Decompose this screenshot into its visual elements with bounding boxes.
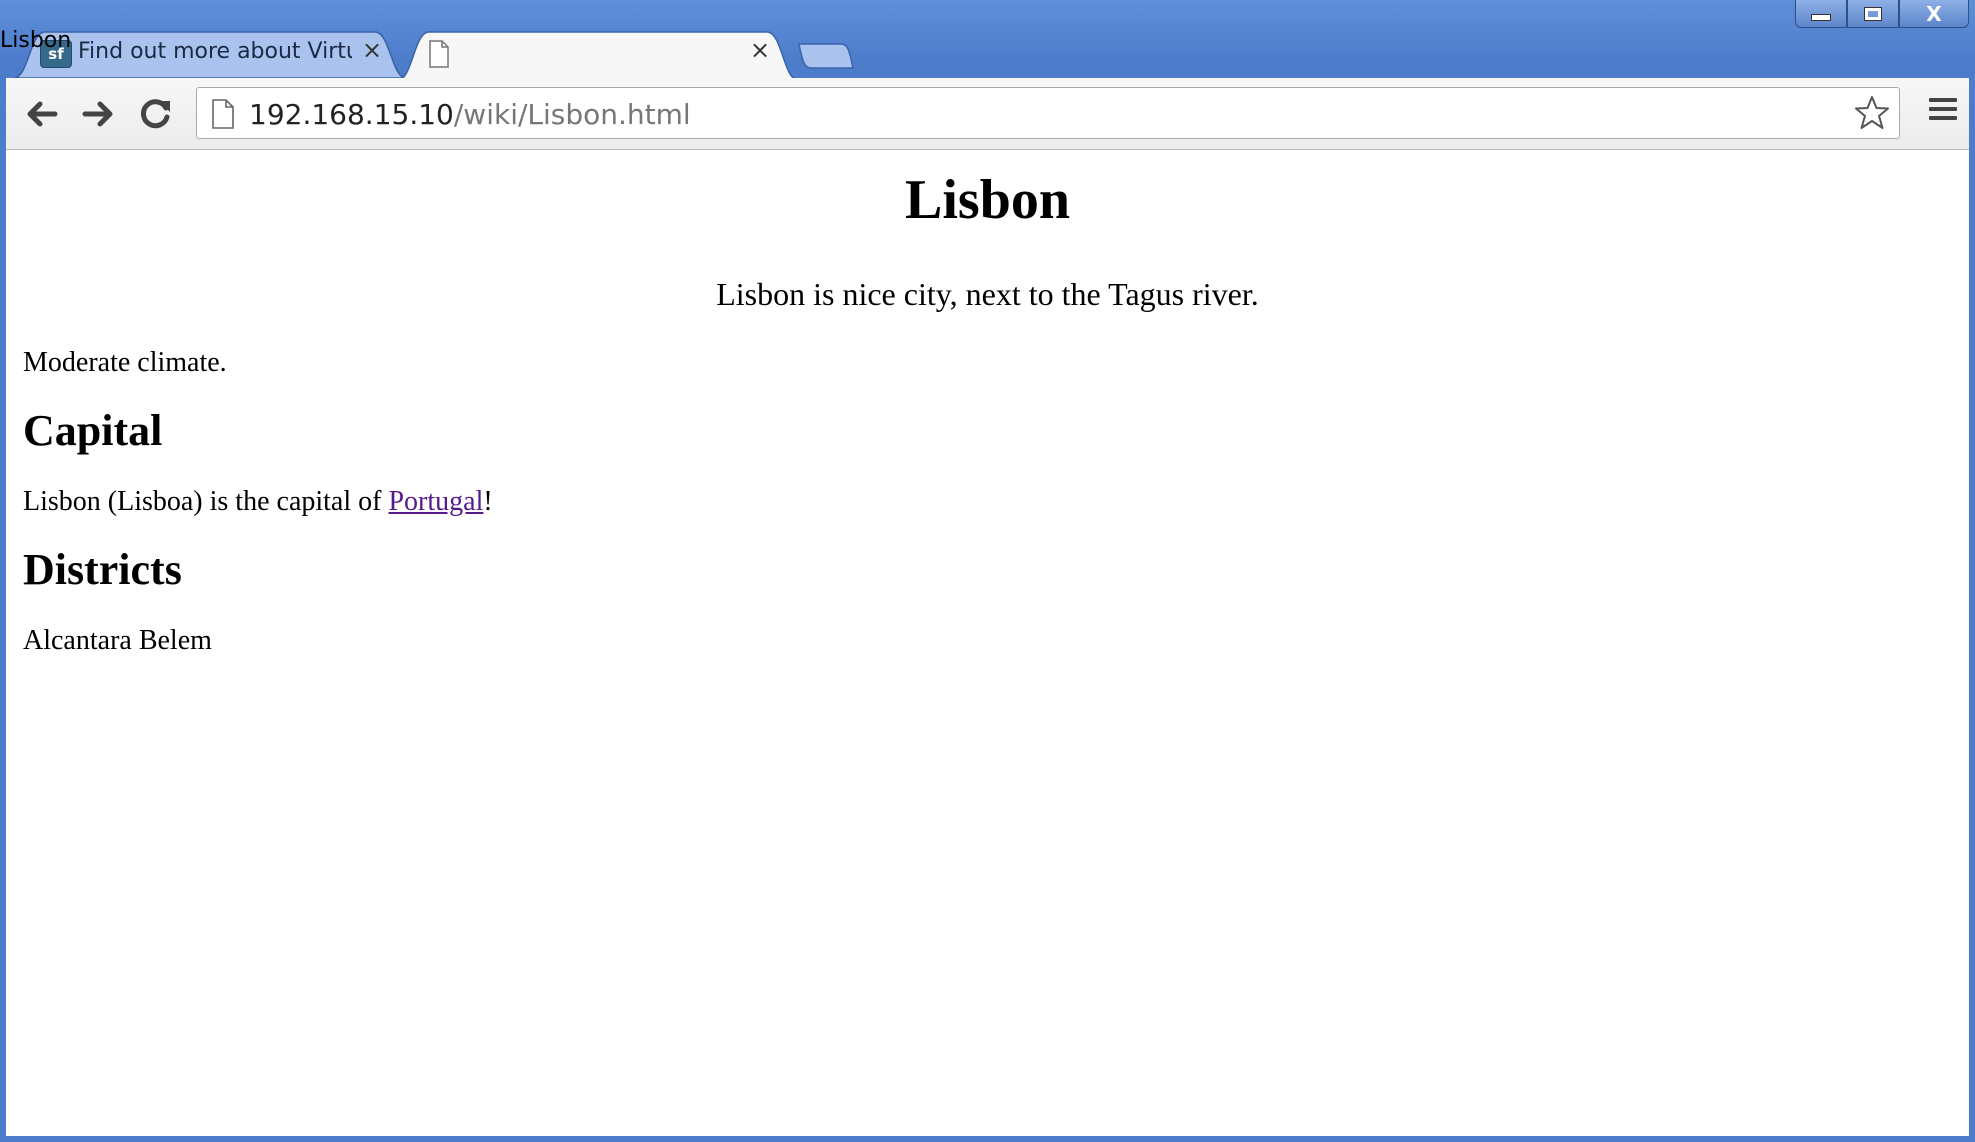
close-window-button[interactable]: X: [1899, 0, 1969, 28]
active-tab-layer: Lisbon ×: [0, 28, 1975, 80]
capital-paragraph: Lisbon (Lisboa) is the capital of Portug…: [23, 486, 1952, 518]
page-title: Lisbon: [905, 169, 1070, 231]
toolbar: 192.168.15.10/wiki/Lisbon.html: [6, 78, 1969, 150]
districts-text: Alcantara Belem: [23, 624, 212, 656]
url-path: /wiki/Lisbon.html: [453, 98, 691, 131]
page-content: Lisbon Lisbon is nice city, next to the …: [6, 169, 1969, 657]
page-lead: Lisbon is nice city, next to the Tagus r…: [716, 275, 1259, 312]
climate-text: Moderate climate.: [23, 346, 227, 378]
portugal-link[interactable]: Portugal: [388, 486, 483, 517]
url-text[interactable]: 192.168.15.10/wiki/Lisbon.html: [249, 98, 691, 131]
reload-button[interactable]: [134, 92, 178, 136]
capital-text: Lisbon (Lisboa) is the capital of: [23, 485, 389, 517]
maximize-button[interactable]: [1847, 0, 1899, 28]
address-bar[interactable]: 192.168.15.10/wiki/Lisbon.html: [196, 87, 1900, 139]
minimize-icon: [1811, 14, 1831, 21]
capital-text-end: !: [483, 485, 493, 517]
page-icon: [212, 99, 234, 129]
window-controls: X: [1795, 0, 1969, 30]
reload-icon: [140, 99, 170, 129]
tab-close-icon[interactable]: ×: [750, 36, 770, 64]
browser-window: X sf Find out more about Virtu × Lisbon …: [0, 0, 1975, 1142]
tab-title: Lisbon: [0, 28, 72, 53]
page-viewport: Lisbon Lisbon is nice city, next to the …: [6, 150, 1969, 1136]
new-tab-button[interactable]: [797, 40, 857, 70]
close-icon: X: [1926, 1, 1942, 26]
maximize-icon: [1864, 6, 1882, 21]
url-host: 192.168.15.10: [249, 98, 454, 131]
forward-arrow-icon: [82, 101, 113, 127]
chrome-menu-icon[interactable]: [1929, 98, 1957, 125]
districts-heading: Districts: [23, 544, 182, 594]
forward-button[interactable]: [76, 92, 120, 136]
back-button[interactable]: [20, 92, 64, 136]
bookmark-star-icon[interactable]: [1853, 94, 1891, 132]
minimize-button[interactable]: [1795, 0, 1847, 28]
tab-lisbon[interactable]: Lisbon ×: [0, 28, 1975, 80]
back-arrow-icon: [27, 101, 58, 127]
document-icon: [429, 40, 449, 68]
capital-heading: Capital: [23, 405, 163, 455]
